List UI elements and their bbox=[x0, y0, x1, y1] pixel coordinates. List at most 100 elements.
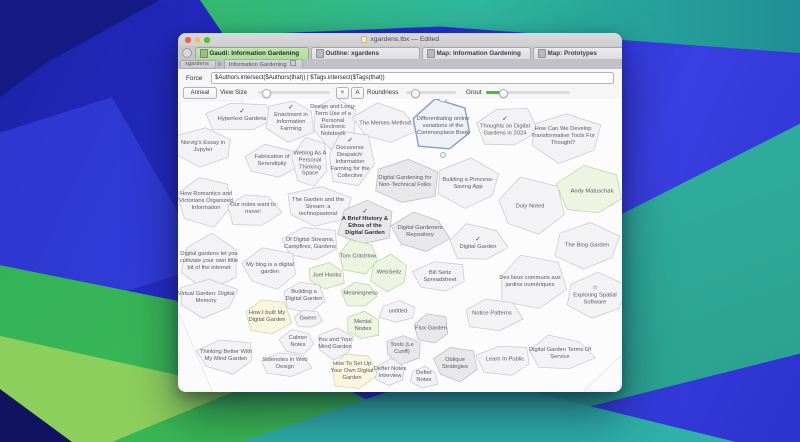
map-cell-label: Tools (Le Cunff) bbox=[383, 342, 420, 356]
map-cell[interactable]: Oblique Strategies bbox=[433, 357, 478, 371]
tab-map-prototypes[interactable]: Map: Prototypes bbox=[533, 47, 622, 59]
map-cell[interactable]: Flux Garden bbox=[412, 326, 449, 333]
map-cell-label: Gwern bbox=[293, 316, 323, 323]
map-cell[interactable]: Digital Garden Terms Of Service bbox=[528, 347, 592, 361]
grout-slider-fill bbox=[486, 91, 500, 94]
map-cell[interactable]: My blog is a digital garden bbox=[242, 262, 299, 276]
map-cell[interactable]: Of Digital Streams, Campfires, Gardens bbox=[280, 237, 340, 251]
map-cell[interactable]: ✓Digital Garden bbox=[448, 237, 508, 251]
force-input[interactable]: $Authors.intersect($Authors(that)) | $Ta… bbox=[211, 72, 614, 84]
checkmark-icon: ✓ bbox=[448, 237, 508, 243]
map-cell-label: Differentiating online variations of the… bbox=[414, 116, 473, 136]
checkmark-icon: ✓ bbox=[326, 138, 375, 144]
map-cell[interactable]: How To Set Up Your Own Digital Garden bbox=[330, 361, 375, 381]
tab-outline[interactable]: Outline: xgardens bbox=[311, 47, 420, 59]
map-cell[interactable]: How I built My Digital Garden bbox=[245, 310, 290, 324]
map-cell-label: Calmer Notes bbox=[281, 335, 314, 349]
map-cell[interactable]: Our notes want to move! bbox=[227, 202, 280, 216]
map-cell[interactable]: Weblog As A Personal Thinking Space bbox=[292, 150, 327, 177]
selection-link-handle[interactable]: + bbox=[439, 99, 448, 103]
map-cell[interactable]: Thinking Better With My Mind Garden bbox=[196, 349, 256, 363]
map-cell[interactable]: Norvig's Essay in Jupyter bbox=[178, 140, 235, 154]
map-cell[interactable]: You and Your Mind Garden bbox=[316, 337, 353, 351]
map-cell-label: Digital Gardening for Non-Technical Folk… bbox=[373, 175, 437, 189]
breadcrumb-item-information-gardening[interactable]: Information Gardening bbox=[224, 59, 303, 70]
roundness-slider-handle[interactable] bbox=[411, 89, 420, 98]
map-cell[interactable]: untitled bbox=[378, 309, 419, 316]
map-cell-label: How I built My Digital Garden bbox=[245, 310, 290, 324]
map-cell-label: Digital gardens let you cultivate your o… bbox=[179, 251, 239, 271]
map-cell[interactable]: WebSeitz bbox=[370, 270, 407, 277]
map-cell[interactable]: Gwern bbox=[293, 316, 323, 323]
map-cell-label: Des lieux communs aux jardins numériques bbox=[496, 275, 564, 289]
roundness-label: Roundness bbox=[367, 89, 398, 96]
map-cell-label: Mental Nodes bbox=[346, 319, 379, 333]
map-cell[interactable]: Joel Hooks bbox=[307, 273, 348, 280]
map-cell[interactable]: Design and Long-Term Use of a Personal E… bbox=[310, 104, 357, 138]
map-cell[interactable]: Defter Notes bbox=[409, 370, 439, 384]
map-cell[interactable]: Calmer Notes bbox=[281, 335, 314, 349]
map-cell[interactable]: Tom Critchlow bbox=[338, 254, 379, 261]
breadcrumb-item-xgardens[interactable]: xgardens bbox=[180, 60, 216, 69]
roundness-slider[interactable] bbox=[406, 91, 456, 94]
map-cell[interactable]: Meaningness bbox=[343, 291, 376, 298]
map-cell[interactable]: Virtual Garden: Digital Memory bbox=[178, 291, 236, 305]
map-cell-label: Andy Matuschak bbox=[560, 189, 622, 196]
map-cell-label: Bill Seitz Spreadsheet bbox=[414, 270, 467, 284]
titlebar[interactable]: xgardens.tbx — Edited bbox=[178, 33, 622, 47]
tab-map-information-gardening[interactable]: Map: Information Gardening bbox=[422, 47, 531, 59]
grout-slider-handle[interactable] bbox=[499, 89, 508, 98]
map-cell[interactable]: Building a Digital Garden bbox=[284, 289, 325, 303]
map-cell[interactable]: The Memes Method bbox=[356, 121, 415, 128]
map-cell[interactable]: Defter Notes Interview bbox=[373, 366, 406, 380]
multiply-button[interactable]: × bbox=[336, 87, 349, 99]
checkmark-icon: ✓ bbox=[475, 116, 535, 122]
map-cell[interactable]: ☆Exploring Spatial Software bbox=[565, 285, 622, 306]
map-cell[interactable]: Des lieux communs aux jardins numériques bbox=[496, 275, 564, 289]
note-icon bbox=[427, 49, 435, 58]
checkmark-icon: ✓ bbox=[339, 209, 392, 215]
map-cell-label: How Can We Develop Transformative Tools … bbox=[525, 126, 601, 146]
map-cell[interactable]: Mental Nodes bbox=[346, 319, 379, 333]
grout-slider[interactable] bbox=[486, 91, 570, 94]
map-cell[interactable]: ✓Docuverse Despatch: Information Farming… bbox=[326, 138, 375, 180]
note-icon bbox=[290, 60, 296, 66]
map-cell-label: The Memes Method bbox=[356, 121, 415, 128]
close-button[interactable] bbox=[185, 37, 191, 43]
map-cell-label: Duly Noted bbox=[496, 204, 564, 211]
note-icon bbox=[200, 49, 208, 58]
minimize-button[interactable] bbox=[195, 37, 201, 43]
map-cell[interactable]: Building a Princess-Saving App bbox=[436, 177, 500, 191]
map-cell[interactable]: Notice Patterns bbox=[462, 311, 522, 318]
hex-map-view[interactable]: ✓Hypertext Gardens✓Enactment in Informat… bbox=[178, 99, 622, 392]
map-cell-label: Building a Digital Garden bbox=[284, 289, 325, 303]
note-icon bbox=[316, 49, 324, 58]
map-cell[interactable]: Digital Gardening for Non-Technical Folk… bbox=[373, 175, 437, 189]
grout-label: Grout bbox=[466, 89, 481, 96]
map-cell-label: Weblog As A Personal Thinking Space bbox=[292, 150, 327, 177]
map-cell[interactable]: Duly Noted bbox=[496, 204, 564, 211]
map-cell[interactable]: Sidenotes in Web Design bbox=[261, 357, 310, 371]
tab-overview-button[interactable] bbox=[182, 48, 192, 58]
map-cell[interactable]: ✓A Brief History & Ethos of the Digital … bbox=[339, 209, 392, 237]
map-cell[interactable]: Bill Seitz Spreadsheet bbox=[414, 270, 467, 284]
selection-handle[interactable] bbox=[440, 152, 446, 158]
tab-label: Gaudi: Information Gardening bbox=[210, 50, 300, 57]
map-cell-label: Defter Notes bbox=[409, 370, 439, 384]
map-cell[interactable]: Andy Matuschak bbox=[560, 189, 622, 196]
view-size-slider[interactable] bbox=[258, 91, 330, 94]
map-cell[interactable]: Digital Gardeners Repository bbox=[392, 225, 449, 239]
map-cell[interactable]: How Can We Develop Transformative Tools … bbox=[525, 126, 601, 146]
view-size-slider-handle[interactable] bbox=[262, 89, 271, 98]
map-cell[interactable]: The Blog Garden bbox=[555, 243, 619, 250]
map-cell[interactable]: Digital gardens let you cultivate your o… bbox=[179, 251, 239, 271]
font-size-button[interactable]: A bbox=[351, 87, 364, 99]
anneal-button[interactable]: Anneal bbox=[183, 87, 217, 99]
tab-gaudi[interactable]: Gaudi: Information Gardening bbox=[195, 47, 309, 59]
zoom-button[interactable] bbox=[204, 37, 210, 43]
map-cell[interactable]: Differentiating online variations of the… bbox=[414, 116, 473, 136]
map-cell[interactable]: Tools (Le Cunff) bbox=[383, 342, 420, 356]
toolbar: Force $Authors.intersect($Authors(that))… bbox=[178, 69, 622, 99]
map-cell[interactable]: Learn In Public bbox=[479, 357, 532, 364]
map-cell-label: How To Set Up Your Own Digital Garden bbox=[330, 361, 375, 381]
